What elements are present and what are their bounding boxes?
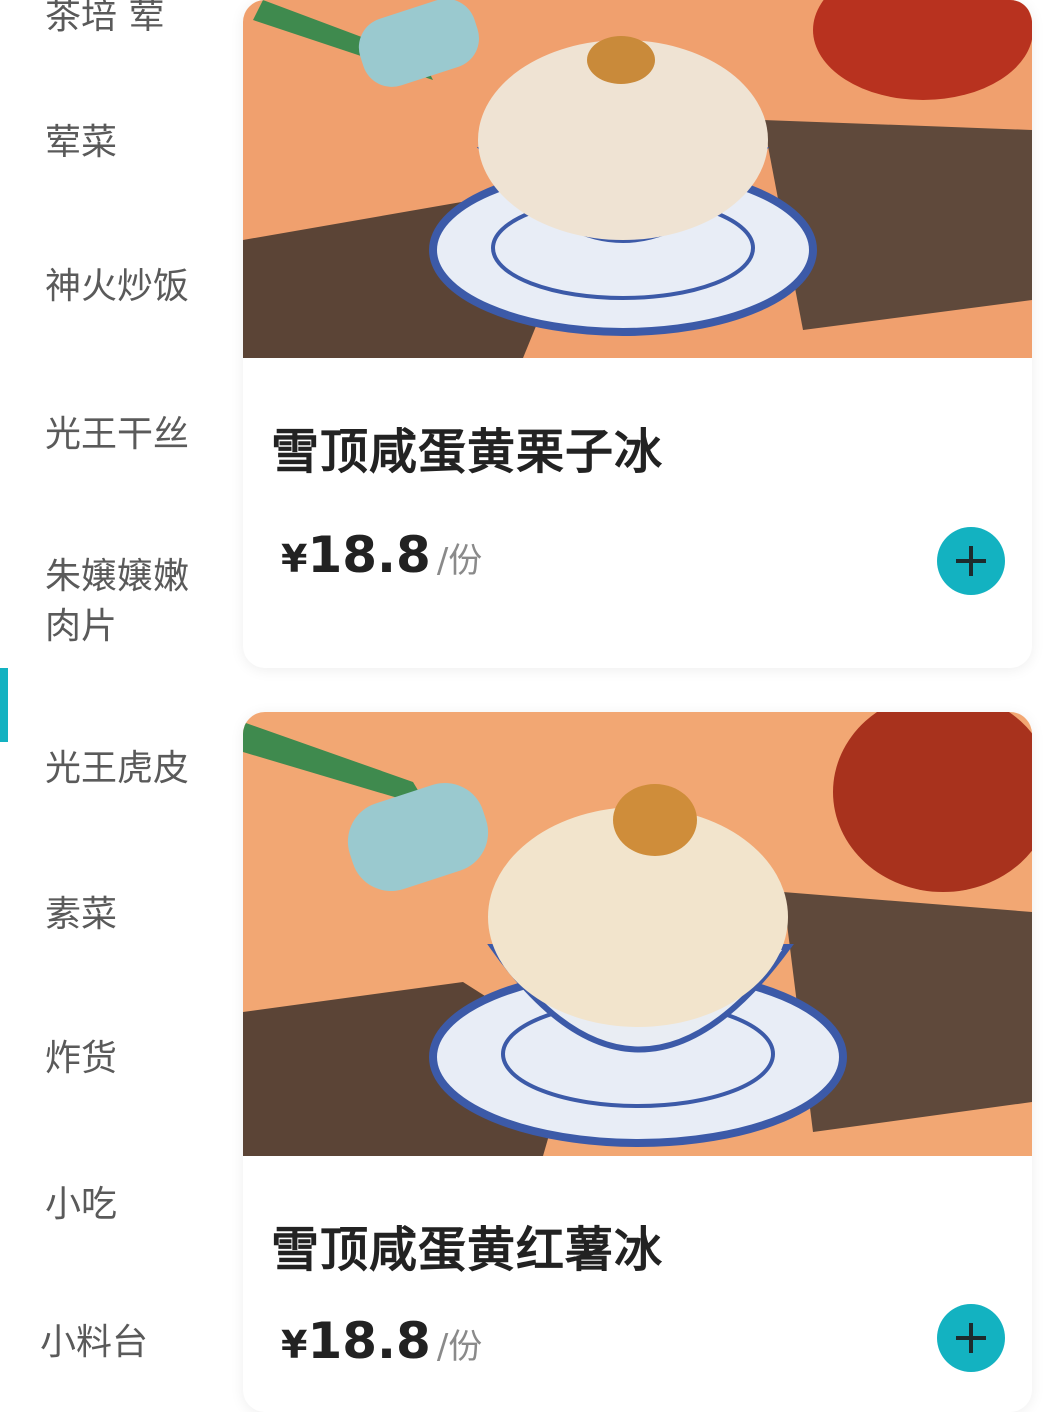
sidebar-item-4[interactable]: 朱嬢嬢嫩肉片 [45, 552, 195, 652]
product-card[interactable]: 雪顶咸蛋黄红薯冰 ¥ 18.8 /份 [243, 712, 1032, 1412]
add-to-cart-button[interactable] [937, 1304, 1005, 1372]
sidebar-item-label: 光王虎皮 [45, 748, 190, 789]
product-photo [243, 0, 1032, 358]
sidebar-item-label: 茶培 荤 [45, 0, 165, 34]
product-name: 雪顶咸蛋黄红薯冰 [271, 1222, 664, 1278]
category-sidebar: 茶培 荤 荤菜 神火炒饭 光王干丝 朱嬢嬢嫩肉片 光王虎皮 素菜 炸货 小吃 小… [0, 0, 240, 1399]
sidebar-item-label: 小料台 [40, 1322, 149, 1363]
sidebar-item-2[interactable]: 神火炒饭 [45, 262, 215, 312]
price-amount: 18.8 [307, 526, 431, 584]
price-row: ¥ 18.8 /份 [281, 526, 482, 584]
price-unit: /份 [436, 541, 483, 581]
sidebar-item-label: 荤菜 [45, 122, 118, 163]
sidebar-item-3[interactable]: 光王干丝 [45, 410, 215, 460]
sidebar-item-9[interactable]: 小料台 [40, 1318, 210, 1368]
sidebar-item-7[interactable]: 炸货 [45, 1034, 215, 1084]
sidebar-item-label: 小吃 [45, 1184, 118, 1225]
sidebar-item-6[interactable]: 素菜 [45, 890, 215, 940]
price-row: ¥ 18.8 /份 [281, 1312, 482, 1370]
price-unit: /份 [436, 1327, 483, 1367]
price-amount: 18.8 [307, 1312, 431, 1370]
product-list: 雪顶咸蛋黄栗子冰 ¥ 18.8 /份 雪顶咸蛋黄红薯冰 ¥ 18.8 /份 [240, 0, 1050, 1412]
price-currency: ¥ [281, 537, 308, 581]
product-photo [243, 712, 1032, 1156]
sidebar-item-0[interactable]: 茶培 荤 [45, 0, 215, 34]
sidebar-item-label: 炸货 [45, 1038, 118, 1079]
sidebar-item-label: 神火炒饭 [45, 266, 190, 307]
active-category-indicator [0, 668, 8, 742]
add-to-cart-button[interactable] [937, 527, 1005, 595]
product-name: 雪顶咸蛋黄栗子冰 [271, 424, 664, 480]
sidebar-item-label: 朱嬢嬢嫩肉片 [45, 556, 190, 647]
sidebar-item-label: 素菜 [45, 894, 118, 935]
sidebar-item-5[interactable]: 光王虎皮 [45, 744, 215, 794]
price-currency: ¥ [281, 1323, 308, 1367]
product-card[interactable]: 雪顶咸蛋黄栗子冰 ¥ 18.8 /份 [243, 0, 1032, 668]
sidebar-item-1[interactable]: 荤菜 [45, 118, 215, 168]
sidebar-item-8[interactable]: 小吃 [45, 1180, 215, 1230]
sidebar-item-label: 光王干丝 [45, 414, 190, 455]
